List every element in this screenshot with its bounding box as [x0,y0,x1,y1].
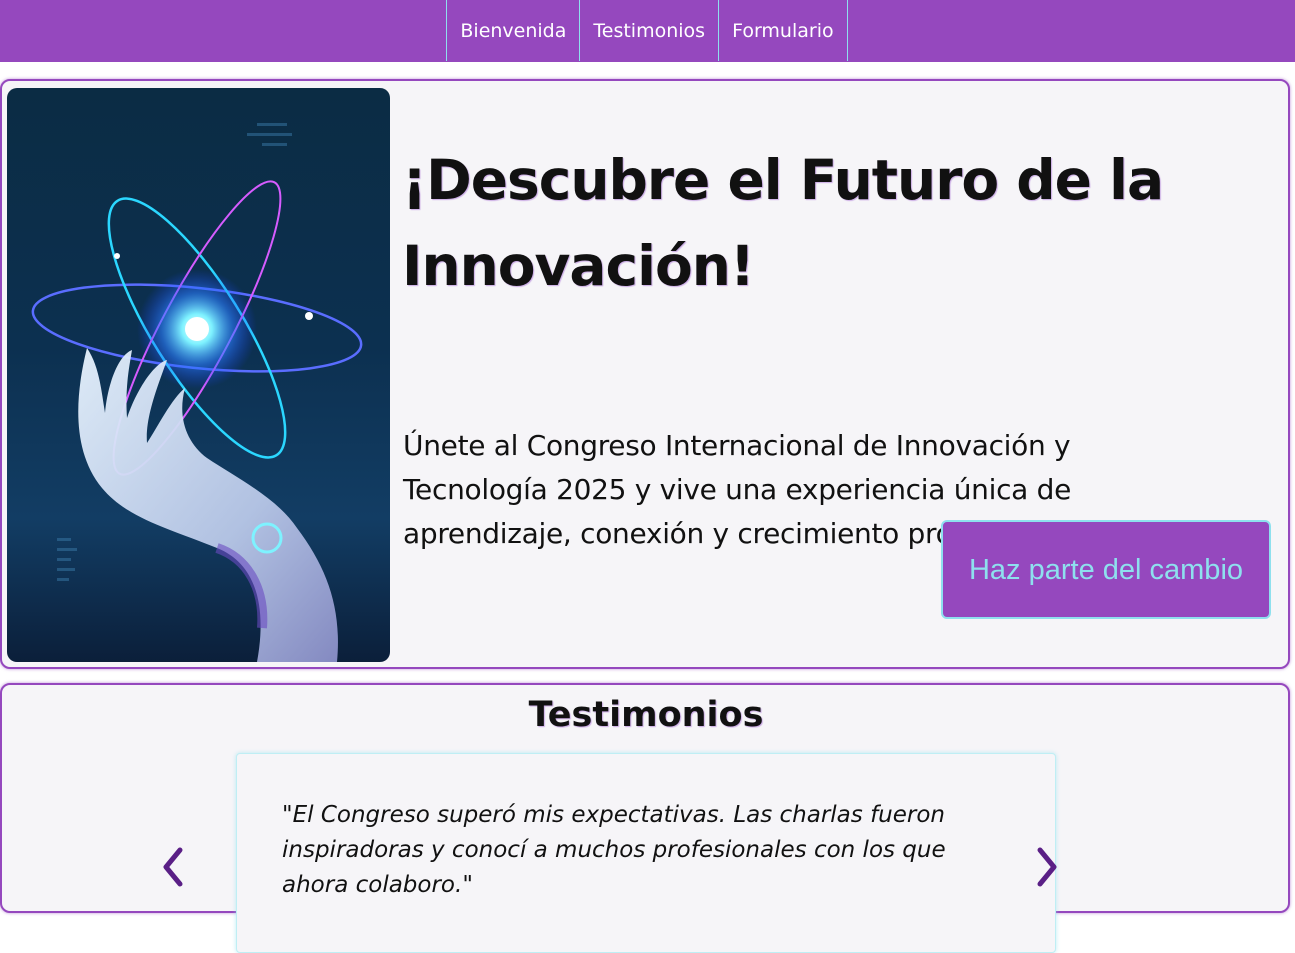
nav-link-testimonios[interactable]: Testimonios [579,0,720,61]
testimonial-card: "El Congreso superó mis expectativas. La… [236,753,1056,953]
carousel-next-button[interactable] [1032,845,1062,889]
chevron-left-icon [163,847,183,887]
chevron-right-icon [1037,847,1057,887]
cta-button[interactable]: Haz parte del cambio [941,520,1271,619]
testimonial-quote: "El Congreso superó mis expectativas. La… [282,802,946,898]
section-title: Testimonios [528,695,764,735]
carousel-prev-button[interactable] [158,845,188,889]
top-navbar: Bienvenida Testimonios Formulario [0,0,1295,62]
cta-button-label: Haz parte del cambio [968,553,1244,586]
nav-link-formulario[interactable]: Formulario [718,0,848,61]
hero-section: ¡Descubre el Futuro de la Innovación! Ún… [0,79,1290,669]
nav-link-bienvenida[interactable]: Bienvenida [446,0,581,61]
testimonials-section: Testimonios "El Congreso superó mis expe… [0,683,1290,953]
robot-hand-atom-image [7,88,390,662]
hero-title: ¡Descubre el Futuro de la Innovación! [402,148,1164,298]
